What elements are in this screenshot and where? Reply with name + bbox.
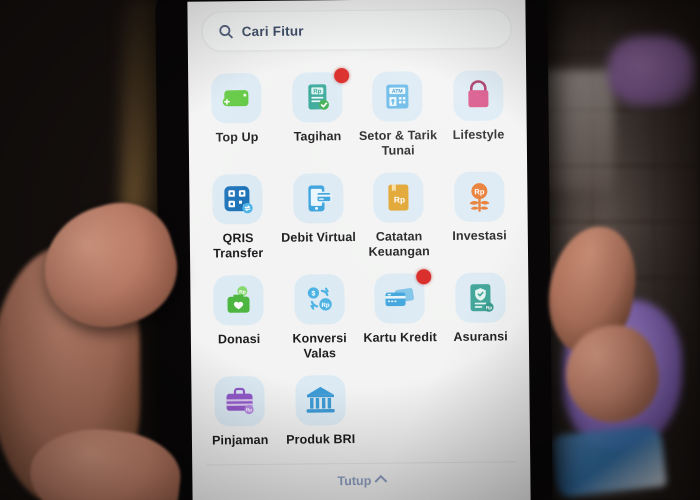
feature-label: Konversi Valas <box>292 331 347 361</box>
notification-badge <box>333 68 349 84</box>
background-blue-object <box>551 424 667 498</box>
notification-badge <box>416 269 432 285</box>
phone-card-icon <box>292 173 344 224</box>
wallet-plus-icon <box>211 72 262 124</box>
feature-item-konversi-valas[interactable]: $ Rp Konversi Valas <box>279 268 360 362</box>
feature-label: Top Up <box>215 129 259 145</box>
feature-icon-tile[interactable]: Rp <box>373 172 424 223</box>
photo-scene: Cari Fitur Top Up Rp Tagihan ATM Setor & Tar… <box>0 0 700 500</box>
feature-item-investasi[interactable]: Rp Investasi <box>439 165 520 259</box>
feature-label: Investasi <box>452 228 507 243</box>
feature-icon-tile[interactable] <box>452 70 504 121</box>
phone-screen: Cari Fitur Top Up Rp Tagihan ATM Setor & Tar… <box>187 0 531 500</box>
feature-icon-tile[interactable]: Rp <box>454 272 506 323</box>
feature-label: Catatan Keuangan <box>368 229 430 259</box>
search-icon <box>219 24 234 39</box>
chevron-up-icon <box>374 474 388 488</box>
feature-label: Pinjaman <box>211 432 269 448</box>
feature-label: Tagihan <box>293 129 342 144</box>
svg-text:Rp: Rp <box>486 305 492 310</box>
money-plant-icon: Rp <box>453 171 505 222</box>
svg-text:ATM: ATM <box>392 89 403 95</box>
feature-label: Produk BRI <box>286 431 356 447</box>
feature-label: Kartu Kredit <box>363 330 437 345</box>
feature-icon-tile[interactable] <box>374 269 432 324</box>
insurance-shield-icon: Rp <box>454 272 506 323</box>
feature-icon-tile[interactable]: $ Rp <box>293 274 345 325</box>
feature-icon-tile[interactable] <box>292 173 344 224</box>
feature-icon-tile[interactable]: Rp <box>214 375 266 427</box>
feature-icon-tile[interactable]: Rp <box>291 68 349 123</box>
feature-item-qris-transfer[interactable]: QRIS Transfer <box>197 168 278 262</box>
svg-text:Rp: Rp <box>474 187 485 196</box>
feature-item-kartu-kredit[interactable]: Kartu Kredit <box>359 267 440 361</box>
search-input[interactable]: Cari Fitur <box>201 8 512 52</box>
feature-item-asuransi[interactable]: Rp Asuransi <box>440 266 521 360</box>
feature-grid: Top Up Rp Tagihan ATM Setor & Tarik Tunai Lif… <box>188 50 530 449</box>
feature-label: Debit Virtual <box>281 229 357 245</box>
feature-item-pinjaman[interactable]: Rp Pinjaman <box>199 370 280 449</box>
phone-device: Cari Fitur Top Up Rp Tagihan ATM Setor & Tar… <box>155 0 553 500</box>
feature-item-tagihan[interactable]: Rp Tagihan <box>277 66 358 160</box>
ledger-book-icon: Rp <box>373 172 424 223</box>
feature-label: Asuransi <box>453 329 508 344</box>
svg-text:$: $ <box>311 291 315 298</box>
close-sheet-label: Tutup <box>337 473 372 489</box>
currency-exchange-icon: $ Rp <box>293 274 345 325</box>
feature-item-donasi[interactable]: Rp Donasi <box>198 269 279 363</box>
close-sheet-button[interactable]: Tutup <box>192 462 530 490</box>
feature-item-lifestyle[interactable]: Lifestyle <box>438 64 519 158</box>
feature-icon-tile[interactable]: Rp <box>213 274 265 326</box>
search-placeholder-text: Cari Fitur <box>241 23 304 39</box>
feature-item-debit-virtual[interactable]: Debit Virtual <box>278 167 359 261</box>
feature-icon-tile[interactable] <box>295 375 346 426</box>
qr-code-icon <box>212 173 263 225</box>
feature-icon-tile[interactable] <box>211 72 262 124</box>
feature-item-top-up[interactable]: Top Up <box>196 67 277 161</box>
bank-building-icon <box>295 375 346 426</box>
svg-text:Rp: Rp <box>321 302 330 309</box>
svg-text:Rp: Rp <box>394 194 405 204</box>
feature-item-catatan-keuangan[interactable]: Rp Catatan Keuangan <box>358 166 439 260</box>
feature-label: QRIS Transfer <box>213 231 264 261</box>
atm-machine-icon: ATM <box>372 71 423 122</box>
search-section: Cari Fitur <box>187 0 526 54</box>
feature-label: Setor & Tarik Tunai <box>358 128 438 158</box>
shopping-bag-icon <box>452 70 504 121</box>
svg-text:Rp: Rp <box>313 89 321 95</box>
feature-icon-tile[interactable]: ATM <box>372 71 423 122</box>
feature-item-setor-tarik-tunai[interactable]: ATM Setor & Tarik Tunai <box>357 65 438 159</box>
donation-bag-icon: Rp <box>213 274 265 326</box>
feature-item-produk-bri[interactable]: Produk BRI <box>280 369 361 448</box>
feature-icon-tile[interactable] <box>212 173 263 225</box>
svg-text:Rp: Rp <box>246 407 252 412</box>
feature-label: Donasi <box>217 331 261 347</box>
background-purple-object-top <box>608 36 694 106</box>
feature-icon-tile[interactable]: Rp <box>453 171 505 222</box>
briefcase-icon: Rp <box>214 375 266 427</box>
feature-label: Lifestyle <box>452 127 505 142</box>
